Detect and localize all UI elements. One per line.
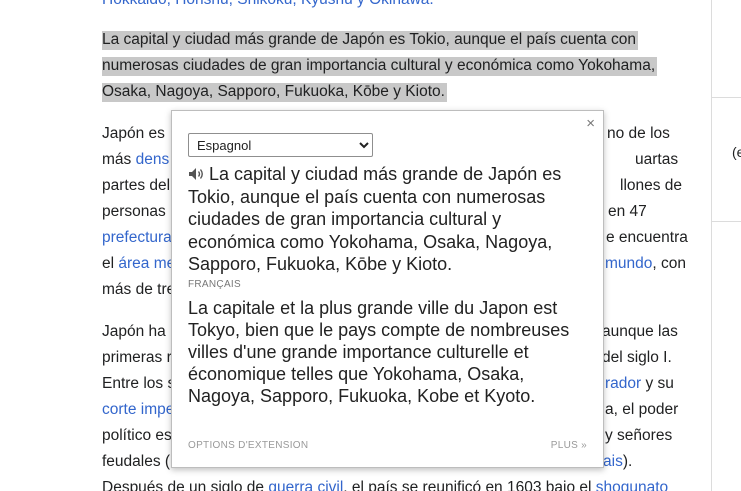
p3-line-2-right: del siglo I. — [602, 349, 672, 366]
selected-line-1: La capital y ciudad más grande de Japón … — [102, 31, 638, 50]
p3-line-1-right: aunque las — [602, 323, 678, 340]
selected-line-3: Osaka, Nagoya, Sapporo, Fukuoka, Kōbe y … — [102, 83, 447, 102]
p3-line-5-right: y señores — [605, 427, 673, 444]
target-language-label: FRANÇAIS — [188, 279, 241, 290]
source-text-block: La capital y ciudad más grande de Japón … — [188, 163, 588, 276]
p2-line-3-right: llones de — [620, 177, 683, 194]
p2-line-4-right: en 47 — [608, 203, 647, 220]
p2-line-4: personas — [102, 203, 166, 220]
p2-line-6-right: mundo, con — [605, 255, 687, 272]
p2-line-5: prefectura — [102, 225, 172, 251]
p3-line-4: corte impe — [102, 397, 174, 423]
sidebar-divider — [711, 0, 712, 491]
p2-line-1-right: no de los — [607, 125, 670, 142]
p2-line-1: Japón es — [102, 125, 165, 142]
civil-war-link[interactable]: guerra civil — [268, 479, 343, 491]
p3-line-6: feudales ( — [102, 453, 171, 470]
p2-line-6: el área me — [102, 255, 176, 272]
density-link[interactable]: dens — [136, 151, 170, 168]
sidebar-rule-1 — [712, 97, 741, 98]
top-line: Hokkaidō, Honshū, Shikoku, Kyūshū y Okin… — [102, 0, 434, 13]
imperial-court-link[interactable]: corte impe — [102, 401, 174, 418]
source-language-select[interactable]: Espagnol — [188, 133, 373, 157]
speaker-icon[interactable] — [188, 167, 206, 181]
p2-line-3: partes del — [102, 177, 171, 194]
selected-line-2: numerosas ciudades de gran importancia c… — [102, 57, 658, 76]
close-icon[interactable]: × — [586, 115, 595, 132]
p2-line-2-right: uartas — [635, 151, 679, 168]
daimyo-link[interactable]: ais — [603, 453, 623, 470]
sidebar-rule-2 — [712, 221, 741, 222]
islands-text[interactable]: Hokkaidō, Honshū, Shikoku, Kyūshū y Okin… — [102, 0, 434, 8]
p3-line-1: Japón ha — [102, 323, 166, 340]
p3-line-6-right: ais). — [603, 453, 633, 470]
translation-text: La capitale et la plus grande ville du J… — [188, 298, 570, 406]
prefecture-link[interactable]: prefectura — [102, 229, 172, 246]
p2-line-7: más de tre — [102, 281, 176, 298]
metro-area-link[interactable]: área me — [118, 255, 175, 272]
more-link[interactable]: PLUS » — [551, 440, 587, 451]
world-link[interactable]: mundo — [605, 255, 652, 272]
p3-line-2: primeras r — [102, 349, 172, 366]
sidebar-fragment: (e — [732, 144, 741, 160]
p2-line-2: más dens — [102, 151, 170, 168]
p3-line-3-right: rador y su — [605, 375, 674, 392]
shogunate-link[interactable]: shogunato — [596, 479, 668, 491]
translation-popup: × Espagnol La capital y ciudad más grand… — [171, 110, 604, 468]
source-text: La capital y ciudad más grande de Japón … — [188, 164, 562, 274]
emperor-link[interactable]: rador — [605, 375, 641, 392]
p3-line-4-right: a, el poder — [605, 401, 679, 418]
p2-line-5-right: e encuentra — [606, 229, 688, 246]
p3-line-3: Entre los s — [102, 375, 176, 392]
p3-line-5: político es — [102, 427, 172, 444]
bottom-line: Después de un siglo de guerra civil, el … — [102, 475, 668, 491]
extension-options-link[interactable]: OPTIONS D'EXTENSION — [188, 440, 308, 451]
